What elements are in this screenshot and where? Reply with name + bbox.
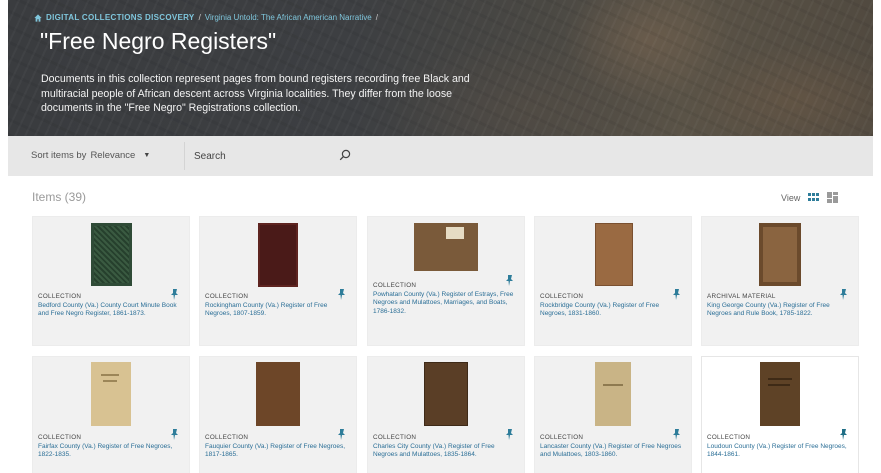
item-thumbnail[interactable]	[595, 223, 633, 286]
item-card[interactable]: COLLECTION Bedford County (Va.) County C…	[32, 216, 190, 346]
items-toolbar: Sort items by Relevance ▼	[8, 136, 873, 176]
item-thumbnail[interactable]	[414, 223, 478, 271]
item-thumbnail[interactable]	[759, 223, 801, 286]
item-title-link[interactable]: Lancaster County (Va.) Register of Free …	[540, 443, 686, 460]
item-title-link[interactable]: Rockingham County (Va.) Register of Free…	[205, 302, 351, 319]
pin-icon[interactable]	[672, 429, 681, 440]
pin-icon[interactable]	[337, 289, 346, 300]
item-card[interactable]: COLLECTION Charles City County (Va.) Reg…	[367, 356, 525, 473]
breadcrumb: DIGITAL COLLECTIONS DISCOVERY / Virginia…	[34, 13, 378, 22]
item-title-link[interactable]: Rockbridge County (Va.) Register of Free…	[540, 302, 686, 319]
item-title-link[interactable]: Bedford County (Va.) County Court Minute…	[38, 302, 184, 319]
sort-label: Sort items by	[31, 150, 87, 161]
item-title-link[interactable]: King George County (Va.) Register of Fre…	[707, 302, 853, 319]
item-thumbnail[interactable]	[595, 362, 631, 426]
item-thumbnail[interactable]	[760, 362, 800, 426]
item-type-label: COLLECTION	[373, 282, 417, 289]
caret-down-icon[interactable]: ▼	[143, 152, 150, 159]
view-toggle: View	[781, 192, 839, 203]
item-card[interactable]: COLLECTION Lancaster County (Va.) Regist…	[534, 356, 692, 473]
breadcrumb-parent-link[interactable]: Virginia Untold: The African American Na…	[205, 13, 372, 22]
item-type-label: COLLECTION	[707, 434, 751, 441]
search-icon[interactable]	[339, 149, 351, 161]
pin-icon[interactable]	[505, 429, 514, 440]
breadcrumb-home-link[interactable]: DIGITAL COLLECTIONS DISCOVERY	[46, 13, 195, 22]
grid-view-icon[interactable]	[808, 192, 820, 203]
pin-icon[interactable]	[337, 429, 346, 440]
pin-icon[interactable]	[839, 429, 848, 440]
item-card[interactable]: COLLECTION Rockbridge County (Va.) Regis…	[534, 216, 692, 346]
hero-banner: DIGITAL COLLECTIONS DISCOVERY / Virginia…	[8, 0, 873, 136]
item-type-label: COLLECTION	[38, 293, 82, 300]
item-title-link[interactable]: Charles City County (Va.) Register of Fr…	[373, 443, 519, 460]
search-input[interactable]	[194, 149, 324, 164]
item-title-link[interactable]: Fauquier County (Va.) Register of Free N…	[205, 443, 351, 460]
item-type-label: COLLECTION	[38, 434, 82, 441]
pin-icon[interactable]	[839, 289, 848, 300]
item-type-label: ARCHIVAL MATERIAL	[707, 293, 776, 300]
pin-icon[interactable]	[505, 275, 514, 286]
item-title-link[interactable]: Fairfax County (Va.) Register of Free Ne…	[38, 443, 184, 460]
item-thumbnail[interactable]	[256, 362, 300, 426]
item-card[interactable]: COLLECTION Loudoun County (Va.) Register…	[701, 356, 859, 473]
pin-icon[interactable]	[170, 429, 179, 440]
item-type-label: COLLECTION	[205, 293, 249, 300]
home-icon	[34, 13, 42, 22]
item-type-label: COLLECTION	[373, 434, 417, 441]
item-type-label: COLLECTION	[205, 434, 249, 441]
sort-value[interactable]: Relevance	[90, 150, 135, 161]
item-card[interactable]: COLLECTION Fairfax County (Va.) Register…	[32, 356, 190, 473]
item-title-link[interactable]: Loudoun County (Va.) Register of Free Ne…	[707, 443, 853, 460]
item-card[interactable]: ARCHIVAL MATERIAL King George County (Va…	[701, 216, 859, 346]
item-title-link[interactable]: Powhatan County (Va.) Register of Estray…	[373, 291, 519, 316]
item-thumbnail[interactable]	[258, 223, 298, 287]
masonry-view-icon[interactable]	[827, 192, 839, 203]
page-title: "Free Negro Registers"	[40, 28, 277, 54]
sort-dropdown[interactable]: Sort items by Relevance ▼	[31, 150, 150, 161]
items-count-heading: Items (39)	[32, 190, 87, 204]
item-card[interactable]: COLLECTION Fauquier County (Va.) Registe…	[199, 356, 357, 473]
breadcrumb-separator: /	[198, 13, 201, 22]
item-type-label: COLLECTION	[540, 293, 584, 300]
view-label: View	[781, 192, 801, 203]
pin-icon[interactable]	[170, 289, 179, 300]
breadcrumb-trailing-separator: /	[375, 13, 378, 22]
item-thumbnail[interactable]	[91, 223, 132, 286]
item-thumbnail[interactable]	[424, 362, 468, 426]
item-card[interactable]: COLLECTION Rockingham County (Va.) Regis…	[199, 216, 357, 346]
collection-description: Documents in this collection represent p…	[41, 73, 470, 114]
pin-icon[interactable]	[672, 289, 681, 300]
search-box	[184, 142, 351, 170]
item-card[interactable]: COLLECTION Powhatan County (Va.) Registe…	[367, 216, 525, 346]
item-thumbnail[interactable]	[91, 362, 131, 426]
item-type-label: COLLECTION	[540, 434, 584, 441]
